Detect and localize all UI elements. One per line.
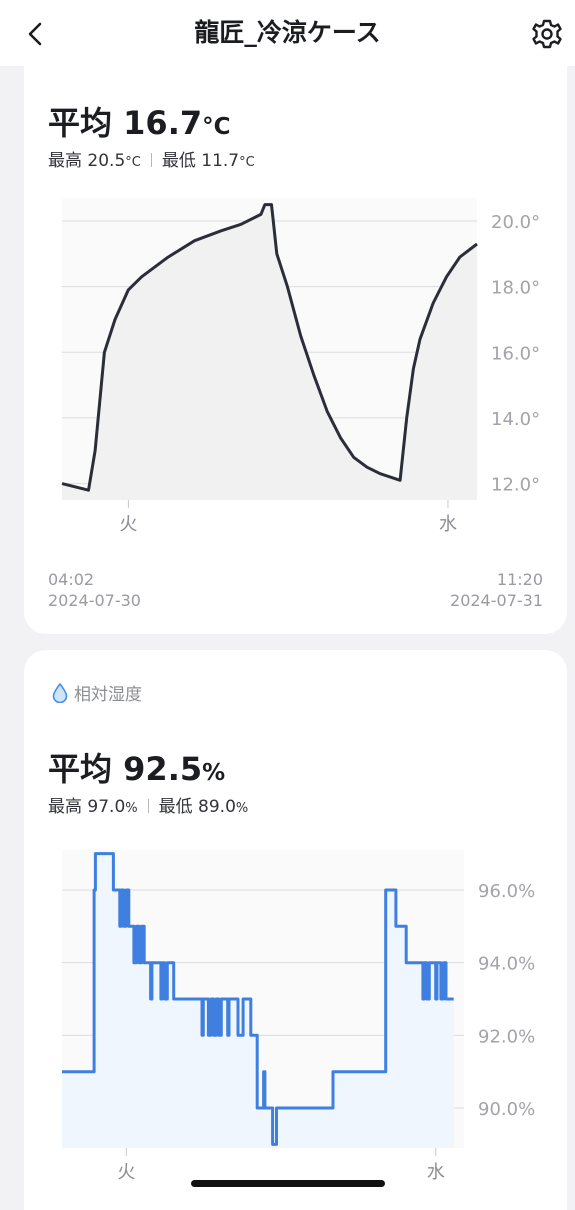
top-bar: 龍匠_冷涼ケース bbox=[0, 0, 575, 66]
back-button[interactable] bbox=[20, 18, 52, 50]
hum-y-tick-label: 92.0% bbox=[478, 1026, 535, 1047]
start-datetime: 04:02 2024-07-30 bbox=[48, 569, 141, 611]
end-datetime: 11:20 2024-07-31 bbox=[450, 569, 543, 611]
hum-x-tick-label: 水 bbox=[427, 1162, 445, 1183]
humidity-card: 相対湿度 平均 92.5% 最高 97.0%最低 89.0% 90.0%92.0… bbox=[24, 650, 567, 1210]
humidity-chart[interactable]: 90.0% 92.0% 94.0% 96.0% 火 水 bbox=[24, 650, 567, 1210]
hum-x-tick-label: 火 bbox=[117, 1162, 135, 1183]
end-time: 11:20 bbox=[450, 569, 543, 590]
hum-y-tick-label: 90.0% bbox=[478, 1099, 535, 1120]
hum-y-tick-label: 96.0% bbox=[478, 881, 535, 902]
temperature-card: 平均 16.7°C 最高 20.5°C最低 11.7°C 12.0°14.0°1… bbox=[24, 66, 567, 634]
temp-x-tick-label: 火 bbox=[119, 514, 137, 535]
gear-icon bbox=[529, 16, 565, 52]
temp-y-tick-label: 16.0° bbox=[491, 343, 540, 364]
start-time: 04:02 bbox=[48, 569, 141, 590]
temp-x-tick-label: 水 bbox=[439, 514, 457, 535]
temperature-chart[interactable]: 12.0° 14.0° 16.0° 18.0° 20.0° 火 水 bbox=[24, 66, 567, 566]
start-date: 2024-07-30 bbox=[48, 590, 141, 611]
end-date: 2024-07-31 bbox=[450, 590, 543, 611]
home-indicator bbox=[191, 1180, 385, 1187]
temp-y-tick-label: 20.0° bbox=[491, 212, 540, 233]
settings-button[interactable] bbox=[529, 16, 565, 52]
temp-y-tick-label: 14.0° bbox=[491, 409, 540, 430]
chevron-left-icon bbox=[20, 18, 52, 50]
page-title: 龍匠_冷涼ケース bbox=[0, 0, 575, 66]
hum-y-tick-label: 94.0% bbox=[478, 954, 535, 975]
temp-y-tick-label: 12.0° bbox=[491, 475, 540, 496]
temp-y-tick-label: 18.0° bbox=[491, 278, 540, 299]
